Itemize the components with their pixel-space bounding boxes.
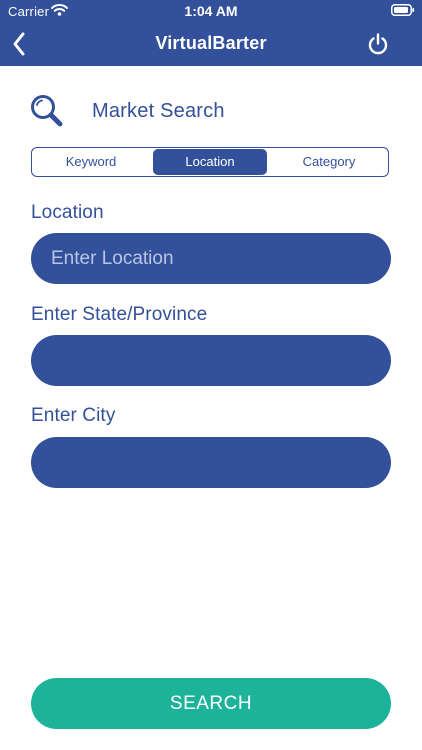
- search-mode-segmented-control: Keyword Location Category: [31, 147, 389, 177]
- status-time: 1:04 AM: [184, 3, 238, 19]
- location-input[interactable]: [31, 233, 391, 284]
- state-province-field: [31, 335, 391, 386]
- location-field: [31, 233, 391, 284]
- state-province-input[interactable]: [31, 335, 391, 386]
- city-label: Enter City: [31, 405, 116, 426]
- segment-category[interactable]: Category: [270, 148, 388, 176]
- battery-icon: [391, 4, 415, 16]
- segment-location[interactable]: Location: [153, 149, 267, 175]
- segment-keyword[interactable]: Keyword: [32, 148, 150, 176]
- city-field: [31, 437, 391, 488]
- location-label: Location: [31, 202, 104, 223]
- power-icon[interactable]: [366, 32, 390, 56]
- section-title: Market Search: [92, 100, 225, 122]
- state-province-label: Enter State/Province: [31, 304, 208, 325]
- search-icon: [31, 95, 63, 127]
- city-input[interactable]: [31, 437, 391, 488]
- search-button[interactable]: SEARCH: [31, 678, 391, 729]
- app-title: VirtualBarter: [155, 33, 267, 53]
- top-bar: Carrier 1:04 AM VirtualBarter: [0, 0, 422, 66]
